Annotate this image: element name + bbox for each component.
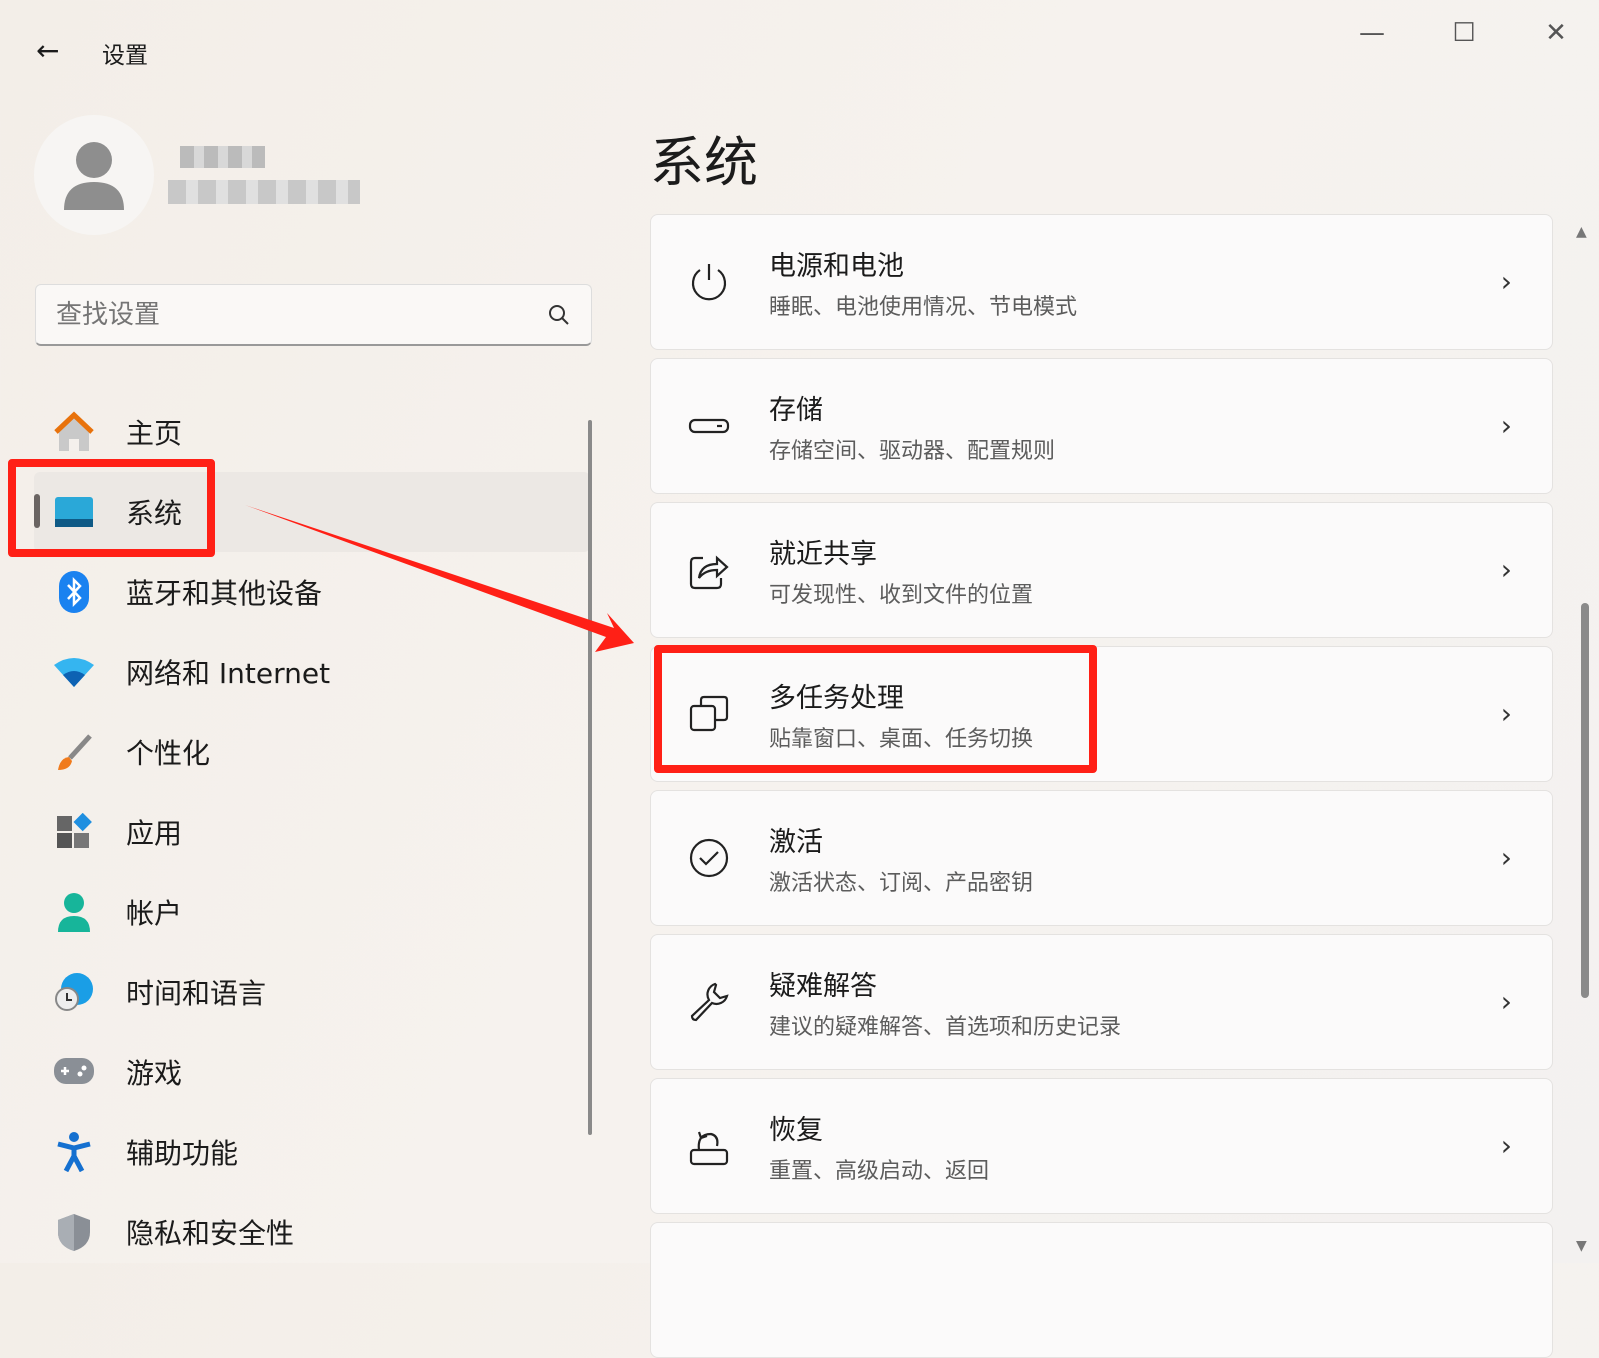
card-subtitle: 存储空间、驱动器、配置规则 [769,438,1056,464]
sidebar-item-label: 个性化 [126,737,211,770]
card-title: 激活 [769,826,823,858]
chevron-right-icon: › [1500,1129,1512,1162]
card-title: 电源和电池 [769,250,904,282]
main-scrollbar-thumb[interactable] [1581,603,1589,998]
sidebar-item-time-language[interactable]: 时间和语言 [34,952,590,1032]
sidebar-item-apps[interactable]: 应用 [34,792,590,872]
sidebar-item-gaming[interactable]: 游戏 [34,1032,590,1112]
sidebar-item-accessibility[interactable]: 辅助功能 [34,1112,590,1192]
shield-icon [52,1210,96,1254]
sidebar-item-label: 帐户 [126,897,183,930]
card-multitasking[interactable]: 多任务处理贴靠窗口、桌面、任务切换 › [650,646,1553,782]
recovery-icon [689,1131,729,1166]
chevron-right-icon: › [1500,265,1512,298]
card-subtitle: 建议的疑难解答、首选项和历史记录 [769,1014,1122,1040]
search-input[interactable] [56,299,496,330]
account-icon [52,890,96,934]
brush-icon [52,730,96,774]
bluetooth-icon [52,570,96,614]
card-subtitle: 睡眠、电池使用情况、节电模式 [769,294,1078,320]
back-button[interactable]: ← [36,34,59,67]
chevron-right-icon: › [1500,553,1512,586]
card-subtitle: 贴靠窗口、桌面、任务切换 [769,726,1034,752]
gamepad-icon [52,1050,96,1094]
card-subtitle: 可发现性、收到文件的位置 [769,582,1034,608]
sidebar-item-personalization[interactable]: 个性化 [34,712,590,792]
card-activation[interactable]: 激活激活状态、订阅、产品密钥 › [650,790,1553,926]
user-name-blurred [180,146,265,168]
scroll-down-arrow[interactable]: ▼ [1576,1238,1587,1254]
card-title: 就近共享 [769,538,877,570]
sidebar-item-home[interactable]: 主页 [34,392,590,472]
sidebar-item-label: 系统 [126,497,183,530]
sidebar-item-label: 辅助功能 [126,1137,239,1170]
sidebar-item-network[interactable]: 网络和 Internet [34,632,590,712]
card-recovery[interactable]: 恢复重置、高级启动、返回 › [650,1078,1553,1214]
wifi-icon [52,650,96,694]
home-icon [52,410,96,454]
chevron-right-icon: › [1500,409,1512,442]
chevron-right-icon: › [1500,985,1512,1018]
sidebar-item-label: 游戏 [126,1057,183,1090]
sidebar-scrollbar[interactable] [588,420,592,1135]
card-subtitle: 重置、高级启动、返回 [769,1158,990,1184]
apps-icon [52,810,96,854]
user-icon [64,142,124,210]
wrench-icon [690,982,729,1022]
share-icon [689,555,729,590]
minimize-button[interactable]: — [1352,18,1392,48]
sidebar-item-label: 蓝牙和其他设备 [126,577,323,610]
globe-clock-icon [52,970,96,1014]
storage-icon [688,418,730,434]
sidebar-nav: 主页 系统 蓝牙和其他设备 网络和 Internet 个性化 应用 帐户 时间和… [34,392,590,1272]
sidebar-item-privacy[interactable]: 隐私和安全性 [34,1192,590,1272]
card-storage[interactable]: 存储存储空间、驱动器、配置规则 › [650,358,1553,494]
search-icon[interactable] [547,303,571,327]
card-title: 存储 [769,394,823,426]
sidebar-item-bluetooth[interactable]: 蓝牙和其他设备 [34,552,590,632]
sidebar-item-label: 时间和语言 [126,977,267,1010]
sidebar-item-accounts[interactable]: 帐户 [34,872,590,952]
sidebar-item-system[interactable]: 系统 [34,472,590,552]
card-title: 疑难解答 [769,970,877,1002]
multitask-icon [689,695,729,732]
card-subtitle: 激活状态、订阅、产品密钥 [769,870,1034,896]
scroll-up-arrow[interactable]: ▲ [1576,224,1587,240]
sidebar-item-label: 主页 [126,417,183,450]
page-title: 系统 [650,131,758,194]
user-email-blurred [168,180,360,204]
avatar[interactable] [34,115,154,235]
maximize-button[interactable]: ☐ [1444,18,1484,48]
card-next[interactable] [650,1222,1553,1358]
window-title: 设置 [102,43,148,69]
sidebar-item-label: 隐私和安全性 [126,1217,295,1250]
sidebar-item-label: 应用 [126,817,183,850]
power-icon [691,264,727,301]
card-nearby-sharing[interactable]: 就近共享可发现性、收到文件的位置 › [650,502,1553,638]
search-box[interactable] [35,284,592,346]
chevron-right-icon: › [1500,697,1512,730]
card-title: 恢复 [769,1114,823,1146]
close-button[interactable]: ✕ [1536,18,1576,48]
card-troubleshoot[interactable]: 疑难解答建议的疑难解答、首选项和历史记录 › [650,934,1553,1070]
system-icon [52,490,96,534]
check-circle-icon [689,838,729,878]
chevron-right-icon: › [1500,841,1512,874]
card-title: 多任务处理 [769,682,904,714]
card-power-battery[interactable]: 电源和电池睡眠、电池使用情况、节电模式 › [650,214,1553,350]
accessibility-icon [52,1130,96,1174]
sidebar-item-label: 网络和 Internet [126,657,331,690]
